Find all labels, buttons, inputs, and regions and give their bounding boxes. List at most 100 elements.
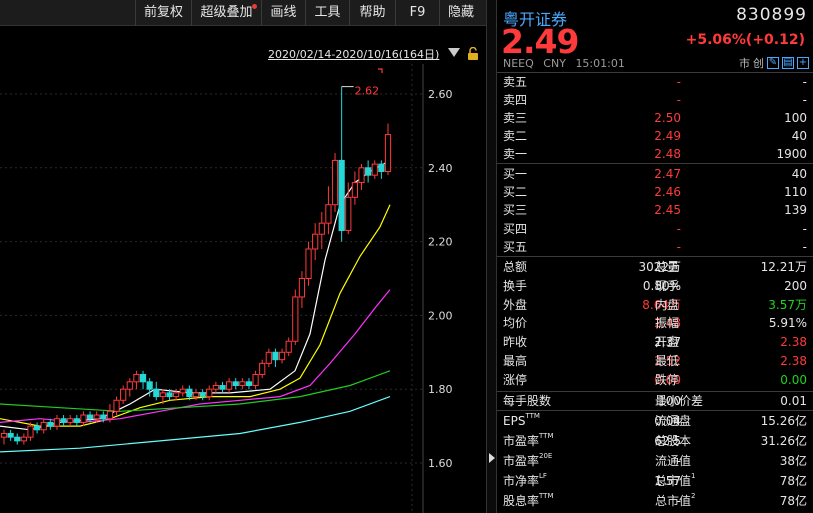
add-icon[interactable]: + <box>797 57 809 69</box>
candle-body[interactable] <box>358 167 365 184</box>
candle-body[interactable] <box>245 381 253 387</box>
candle-body[interactable] <box>106 410 114 420</box>
ask-row[interactable]: 卖一 2.48 1900 <box>497 145 813 163</box>
stat-row[interactable]: 外盘 8.64万 内盘 3.57万 <box>497 296 813 314</box>
stat-label: 市盈率20E <box>503 452 552 470</box>
candle-body[interactable] <box>139 373 147 383</box>
stat-row[interactable]: 最高 2.52 最低 2.38 <box>497 352 813 370</box>
candle-body[interactable] <box>93 414 100 420</box>
bid-row[interactable]: 买一 2.47 40 <box>497 165 813 183</box>
candle-body[interactable] <box>14 436 21 442</box>
ask-row[interactable]: 卖二 2.49 40 <box>497 127 813 145</box>
candle-body[interactable] <box>345 196 352 232</box>
candle-body[interactable] <box>40 421 47 431</box>
fundamental-row[interactable]: 市盈率20E - 流通值 38亿 <box>497 452 813 470</box>
candle-body[interactable] <box>378 163 385 172</box>
candle-body[interactable] <box>120 388 127 401</box>
candle-body[interactable] <box>20 436 27 442</box>
stat-row[interactable]: 涨停 0.00 跌停 0.00 <box>497 371 813 389</box>
candle-body[interactable] <box>232 381 239 387</box>
candle-body[interactable] <box>7 432 14 438</box>
fundamental-row[interactable]: 市净率LF 1.57 总市值1 78亿 <box>497 472 813 490</box>
alert-icon[interactable]: ▤ <box>782 57 794 69</box>
bid-row[interactable]: 买二 2.46 110 <box>497 183 813 201</box>
candle-body[interactable] <box>179 388 186 394</box>
candle-body[interactable] <box>351 182 358 198</box>
toolbar-button-hide[interactable]: 隐藏 <box>439 0 486 26</box>
candle-body[interactable] <box>292 296 299 342</box>
candle-body[interactable] <box>146 381 153 390</box>
candle-body[interactable] <box>67 418 74 423</box>
collapse-arrow-icon[interactable] <box>489 453 495 463</box>
candle-body[interactable] <box>100 414 107 420</box>
candle-body[interactable] <box>212 385 219 390</box>
candle-body[interactable] <box>73 418 80 423</box>
candle-body[interactable] <box>325 204 332 224</box>
candle-body[interactable] <box>331 159 339 206</box>
market-icon[interactable]: 市 <box>739 55 750 71</box>
candle-body[interactable] <box>312 233 319 250</box>
candle-body[interactable] <box>384 134 392 172</box>
toolbar-button-f9[interactable]: F9 <box>395 0 439 26</box>
dropdown-triangle-icon[interactable] <box>448 48 460 57</box>
bid-row[interactable]: 买三 2.45 139 <box>497 201 813 219</box>
stat-row[interactable]: 总额 3022万 总量 12.21万 <box>497 258 813 276</box>
candle-body[interactable] <box>318 222 325 235</box>
candle-body[interactable] <box>153 388 160 398</box>
stat-row[interactable]: 均价 2.48 振幅 5.91% <box>497 314 813 332</box>
candle-body[interactable] <box>278 351 286 361</box>
kline-chart[interactable]: 2.60 2.40 2.20 2.00 1.80 1.60 2.62 <box>0 64 486 513</box>
candle-body[interactable] <box>27 425 34 438</box>
candle-body[interactable] <box>34 425 41 431</box>
toolbar-button-overlay[interactable]: 超级叠加 <box>191 0 261 26</box>
candle-body[interactable] <box>159 392 166 398</box>
candle-body[interactable] <box>113 399 120 412</box>
toolbar-button-help[interactable]: 帮助 <box>349 0 395 26</box>
candle-body[interactable] <box>265 351 272 364</box>
stat-row[interactable]: 昨收 2.37 开盘 2.38 <box>497 333 813 351</box>
date-range-text[interactable]: 2020/02/14-2020/10/16(164日) <box>268 46 439 62</box>
candle-body[interactable] <box>47 421 54 427</box>
bid-row[interactable]: 买四 - - <box>497 220 813 238</box>
candle-body[interactable] <box>365 167 372 176</box>
candle-body[interactable] <box>305 248 312 279</box>
candle-body[interactable] <box>199 392 206 398</box>
candle-body[interactable] <box>298 278 306 298</box>
candle-body[interactable] <box>226 381 233 390</box>
candle-body[interactable] <box>285 340 292 353</box>
bid-row[interactable]: 买五 - - <box>497 238 813 256</box>
ask-row[interactable]: 卖五 - - <box>497 73 813 91</box>
candle-body[interactable] <box>126 381 133 390</box>
ask-row[interactable]: 卖三 2.50 100 <box>497 109 813 127</box>
lock-icon[interactable] <box>467 47 479 60</box>
edit-icon[interactable]: ✎ <box>767 57 779 69</box>
toolbar-button-draw[interactable]: 画线 <box>261 0 305 26</box>
candle-body[interactable] <box>60 418 67 423</box>
candle-body[interactable] <box>133 373 140 383</box>
toolbar-button-adjust[interactable]: 前复权 <box>135 0 191 26</box>
toolbar-button-tools[interactable]: 工具 <box>305 0 349 26</box>
candle-body[interactable] <box>252 373 259 387</box>
candle-body[interactable] <box>192 392 200 398</box>
candle-body[interactable] <box>272 351 279 361</box>
panel-splitter[interactable] <box>486 0 497 513</box>
candle-body[interactable] <box>219 385 226 390</box>
candle-body[interactable] <box>259 362 266 375</box>
candle-body[interactable] <box>371 163 378 176</box>
candle-body[interactable] <box>206 388 213 398</box>
candle-body[interactable] <box>0 432 8 438</box>
candle-body[interactable] <box>53 418 61 427</box>
candle-body[interactable] <box>86 414 94 420</box>
fundamental-row[interactable]: 市盈率TTM 62.5 总股本 31.26亿 <box>497 432 813 450</box>
fundamental-row[interactable]: EPSTTM 0.04 流通盘 15.26亿 <box>497 412 813 430</box>
stat-row[interactable]: 换手 0.80% 现手 200 <box>497 277 813 295</box>
candle-body[interactable] <box>166 392 173 398</box>
candle-body[interactable] <box>186 388 193 398</box>
candle-body[interactable] <box>338 159 345 232</box>
candle-body[interactable] <box>173 392 180 398</box>
board-icon[interactable]: 创 <box>753 55 764 71</box>
fundamental-row[interactable]: 股息率TTM - 总市值2 78亿 <box>497 492 813 510</box>
candle-body[interactable] <box>80 414 87 423</box>
ask-row[interactable]: 卖四 - - <box>497 91 813 109</box>
candle-body[interactable] <box>239 381 246 387</box>
